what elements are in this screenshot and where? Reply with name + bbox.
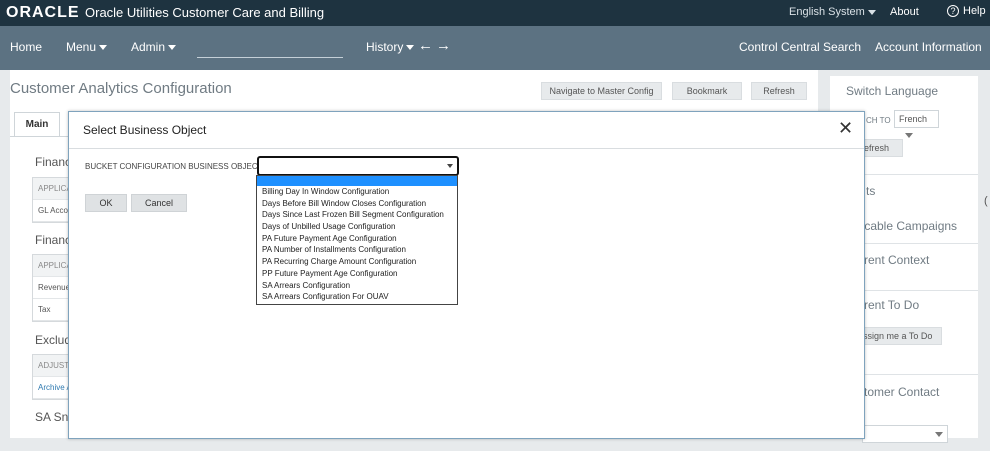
table-header: APPLICA bbox=[33, 178, 71, 200]
oracle-logo: ORACLE bbox=[6, 4, 80, 21]
ok-button[interactable]: OK bbox=[85, 194, 127, 212]
chevron-down-icon bbox=[935, 432, 943, 437]
select-business-object-dialog: Select Business Object ✕ BUCKET CONFIGUR… bbox=[68, 111, 865, 439]
nav-home[interactable]: Home bbox=[10, 40, 42, 54]
help-link[interactable]: ? Help bbox=[947, 5, 986, 17]
table-row-link[interactable]: Archive A bbox=[33, 377, 71, 399]
assign-todo-button[interactable]: ssign me a To Do bbox=[858, 327, 942, 345]
bookmark-button[interactable]: Bookmark bbox=[672, 82, 742, 100]
chevron-down-icon bbox=[99, 45, 108, 51]
dropdown-option[interactable]: PA Future Payment Age Configuration bbox=[257, 233, 457, 245]
section-label: Financ bbox=[35, 233, 72, 247]
dropdown-option[interactable]: Billing Day In Window Configuration bbox=[257, 186, 457, 198]
help-label: Help bbox=[963, 5, 986, 17]
dropdown-option[interactable]: Days Before Bill Window Closes Configura… bbox=[257, 198, 457, 210]
chevron-down-icon bbox=[867, 9, 876, 15]
scroll-handle[interactable]: ( bbox=[984, 195, 988, 207]
dropdown-option[interactable]: PA Number of Installments Configuration bbox=[257, 244, 457, 256]
user-menu-label: English System bbox=[789, 6, 865, 18]
nav-bar: Home Menu Admin History ← → Control Cent… bbox=[0, 26, 990, 70]
switch-language-title: Switch Language bbox=[846, 84, 939, 98]
user-menu[interactable]: English System bbox=[789, 6, 876, 18]
campaigns-title: licable Campaigns bbox=[859, 219, 958, 233]
dropdown-option[interactable]: PA Recurring Charge Amount Configuration bbox=[257, 256, 457, 268]
table-row: GL Accou bbox=[33, 200, 71, 222]
section-table: ADJUST Archive A bbox=[32, 354, 72, 400]
current-todo-title: rent To Do bbox=[864, 298, 920, 312]
app-title: Oracle Utilities Customer Care and Billi… bbox=[85, 5, 325, 20]
nav-history-label: History bbox=[366, 40, 404, 54]
contact-select[interactable] bbox=[862, 425, 948, 443]
section-table: APPLICA Revenue Tax bbox=[32, 254, 72, 322]
section-label: Financ bbox=[35, 155, 72, 169]
nav-account-info[interactable]: Account Information bbox=[875, 40, 982, 54]
business-object-select[interactable] bbox=[257, 156, 459, 176]
tab-main[interactable]: Main bbox=[14, 112, 60, 136]
chevron-down-icon bbox=[905, 133, 913, 139]
chevron-down-icon bbox=[168, 45, 177, 51]
section-table: APPLICA GL Accou bbox=[32, 177, 72, 223]
nav-admin-label: Admin bbox=[131, 40, 166, 54]
table-header: ADJUST bbox=[33, 355, 71, 377]
dialog-divider bbox=[69, 148, 864, 149]
dropdown-option[interactable]: Days of Unbilled Usage Configuration bbox=[257, 221, 457, 233]
bucket-config-bo-label: BUCKET CONFIGURATION BUSINESS OBJECT bbox=[85, 162, 263, 171]
business-object-dropdown-list: Billing Day In Window Configuration Days… bbox=[256, 175, 458, 305]
arrow-right-icon[interactable]: → bbox=[436, 37, 451, 54]
chevron-down-icon bbox=[406, 45, 415, 51]
dropdown-option[interactable]: Days Since Last Frozen Bill Segment Conf… bbox=[257, 209, 457, 221]
dialog-title: Select Business Object bbox=[83, 123, 207, 137]
chevron-down-icon bbox=[447, 164, 453, 168]
nav-search-input[interactable] bbox=[197, 40, 343, 58]
refresh-button[interactable]: Refresh bbox=[751, 82, 807, 100]
brand-bar: ORACLE Oracle Utilities Customer Care an… bbox=[0, 0, 990, 26]
table-header: APPLICA bbox=[33, 255, 71, 277]
current-context-title: rent Context bbox=[864, 253, 930, 267]
dropdown-option[interactable]: SA Arrears Configuration bbox=[257, 280, 457, 292]
table-row: Revenue bbox=[33, 277, 71, 299]
arrow-left-icon[interactable]: ← bbox=[418, 37, 433, 54]
nav-menu-label: Menu bbox=[66, 40, 97, 54]
switch-to-label: CH TO bbox=[866, 116, 891, 125]
dropdown-option[interactable]: SA Arrears Configuration For OUAV bbox=[257, 291, 457, 303]
close-icon[interactable]: ✕ bbox=[838, 119, 853, 137]
dropdown-option[interactable]: PP Future Payment Age Configuration bbox=[257, 268, 457, 280]
nav-menu[interactable]: Menu bbox=[66, 40, 108, 54]
customer-contact-title: tomer Contact bbox=[864, 385, 940, 399]
dropdown-option[interactable] bbox=[257, 176, 457, 186]
nav-admin[interactable]: Admin bbox=[131, 40, 177, 54]
nav-history[interactable]: History bbox=[366, 40, 415, 54]
cancel-button[interactable]: Cancel bbox=[131, 194, 187, 212]
language-select[interactable]: French bbox=[894, 110, 939, 139]
nav-control-central[interactable]: Control Central Search bbox=[739, 40, 861, 54]
navigate-master-config-button[interactable]: Navigate to Master Config bbox=[541, 82, 662, 100]
table-row: Tax bbox=[33, 299, 71, 321]
language-select-value: French bbox=[899, 114, 928, 124]
help-icon: ? bbox=[947, 5, 959, 17]
alerts-title: ts bbox=[866, 184, 876, 198]
page-title: Customer Analytics Configuration bbox=[10, 80, 232, 97]
about-link[interactable]: About bbox=[890, 6, 919, 18]
